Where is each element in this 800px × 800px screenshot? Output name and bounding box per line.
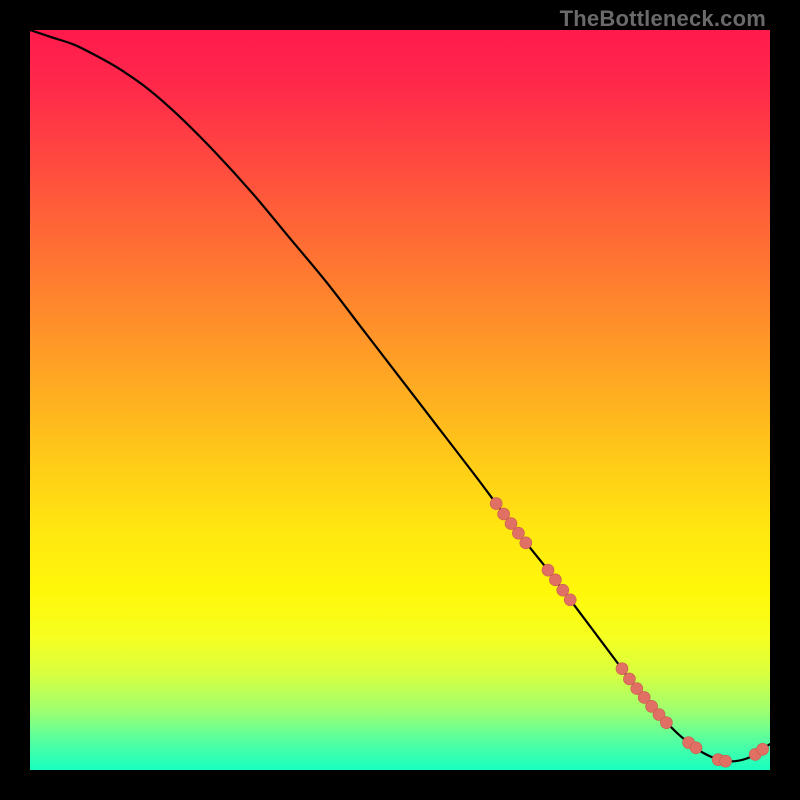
data-marker <box>757 743 769 755</box>
data-marker <box>660 717 672 729</box>
data-marker <box>720 755 732 767</box>
data-markers <box>490 498 768 768</box>
plot-area <box>30 30 770 770</box>
data-marker <box>564 594 576 606</box>
data-marker <box>520 537 532 549</box>
curve-layer <box>30 30 770 770</box>
data-marker <box>490 498 502 510</box>
chart-stage: TheBottleneck.com <box>0 0 800 800</box>
watermark-text: TheBottleneck.com <box>560 6 766 32</box>
data-marker <box>616 663 628 675</box>
data-marker <box>549 574 561 586</box>
bottleneck-curve <box>30 30 770 761</box>
data-marker <box>690 742 702 754</box>
